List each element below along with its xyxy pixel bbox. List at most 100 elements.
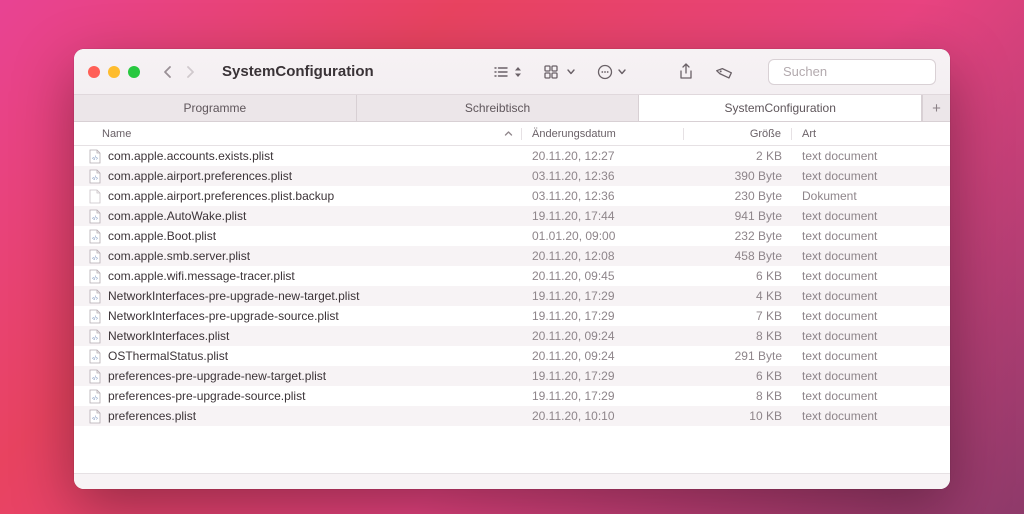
file-row[interactable]: ‹/›com.apple.smb.server.plist20.11.20, 1… <box>74 246 950 266</box>
tab-systemconfiguration[interactable]: SystemConfiguration <box>639 95 922 121</box>
file-kind: text document <box>792 269 950 283</box>
titlebar: SystemConfiguration <box>74 49 950 95</box>
list-icon <box>493 65 511 79</box>
file-row[interactable]: com.apple.airport.preferences.plist.back… <box>74 186 950 206</box>
file-kind: text document <box>792 229 950 243</box>
nav-arrows <box>162 65 196 79</box>
file-row[interactable]: ‹/› NetworkInterfaces-pre-upgrade-new-tar… <box>74 286 950 306</box>
tab-label: Schreibtisch <box>465 101 530 115</box>
column-label: Änderungsdatum <box>532 128 616 140</box>
file-date: 19.11.20, 17:29 <box>522 309 684 323</box>
window-title: SystemConfiguration <box>222 63 374 80</box>
file-date: 03.11.20, 12:36 <box>522 189 684 203</box>
file-date: 19.11.20, 17:29 <box>522 369 684 383</box>
file-row[interactable]: ‹/›NetworkInterfaces-pre-upgrade-source.… <box>74 306 950 326</box>
status-bar <box>74 473 950 489</box>
svg-text:‹/›: ‹/› <box>92 276 98 282</box>
file-row[interactable]: ‹/›preferences.plist20.11.20, 10:1010 KB… <box>74 406 950 426</box>
plist-file-icon: ‹/› <box>88 308 102 324</box>
file-name: OSThermalStatus.plist <box>108 349 228 363</box>
column-name[interactable]: Name <box>74 128 522 140</box>
file-date: 20.11.20, 12:27 <box>522 149 684 163</box>
tags-button[interactable] <box>716 64 734 80</box>
file-date: 20.11.20, 09:45 <box>522 269 684 283</box>
plist-file-icon: ‹/› <box>88 368 102 384</box>
svg-text:‹/›: ‹/› <box>92 236 98 242</box>
zoom-button[interactable] <box>128 66 140 78</box>
share-icon <box>678 63 694 81</box>
tab-programme[interactable]: Programme <box>74 95 357 121</box>
plus-icon: + <box>932 100 941 117</box>
svg-text:‹/›: ‹/› <box>92 176 98 182</box>
file-kind: text document <box>792 209 950 223</box>
group-button[interactable] <box>544 65 575 79</box>
file-size: 8 KB <box>684 389 792 403</box>
file-row[interactable]: ‹/›com.apple.Boot.plist01.01.20, 09:0023… <box>74 226 950 246</box>
file-size: 7 KB <box>684 309 792 323</box>
file-name: com.apple.airport.preferences.plist <box>108 169 292 183</box>
file-name: NetworkInterfaces-pre-upgrade-new-target… <box>108 289 359 303</box>
file-kind: text document <box>792 409 950 423</box>
back-button[interactable] <box>162 65 172 79</box>
view-list-button[interactable] <box>493 65 522 79</box>
file-size: 10 KB <box>684 409 792 423</box>
file-row[interactable]: ‹/›OSThermalStatus.plist20.11.20, 09:242… <box>74 346 950 366</box>
file-size: 390 Byte <box>684 169 792 183</box>
column-label: Name <box>102 128 131 140</box>
file-row[interactable]: ‹/›com.apple.accounts.exists.plist20.11.… <box>74 146 950 166</box>
file-date: 19.11.20, 17:29 <box>522 389 684 403</box>
file-name: com.apple.accounts.exists.plist <box>108 149 273 163</box>
file-name: NetworkInterfaces.plist <box>108 329 229 343</box>
file-size: 458 Byte <box>684 249 792 263</box>
plist-file-icon: ‹/› <box>88 288 102 304</box>
file-list: ‹/› com.apple.accounts.exists.plist 20.11.… <box>74 146 950 473</box>
file-date: 20.11.20, 12:08 <box>522 249 684 263</box>
file-name: com.apple.smb.server.plist <box>108 249 250 263</box>
svg-text:‹/›: ‹/› <box>92 356 98 362</box>
file-row[interactable]: ‹/›preferences-pre-upgrade-source.plist1… <box>74 386 950 406</box>
forward-button[interactable] <box>186 65 196 79</box>
share-button[interactable] <box>678 63 694 81</box>
file-kind: text document <box>792 389 950 403</box>
file-date: 19.11.20, 17:44 <box>522 209 684 223</box>
plist-file-icon: ‹/› <box>88 168 102 184</box>
window-controls <box>88 66 140 78</box>
file-kind: text document <box>792 369 950 383</box>
file-size: 6 KB <box>684 269 792 283</box>
plist-file-icon: ‹/› <box>88 268 102 284</box>
search-field[interactable] <box>768 59 936 85</box>
file-kind: text document <box>792 329 950 343</box>
tab-schreibtisch[interactable]: Schreibtisch <box>357 95 640 121</box>
column-date[interactable]: Änderungsdatum <box>522 128 684 140</box>
file-row[interactable]: ‹/› com.apple.AutoWake.plist 19.11.20, 17:… <box>74 206 950 226</box>
file-size: 232 Byte <box>684 229 792 243</box>
plist-file-icon: ‹/› <box>88 328 102 344</box>
close-button[interactable] <box>88 66 100 78</box>
document-icon <box>88 188 102 204</box>
ellipsis-circle-icon <box>597 64 615 80</box>
plist-file-icon: ‹/› <box>88 348 102 364</box>
file-row[interactable]: ‹/›NetworkInterfaces.plist20.11.20, 09:2… <box>74 326 950 346</box>
tab-label: SystemConfiguration <box>724 101 835 115</box>
finder-window: SystemConfiguration <box>74 49 950 489</box>
tab-label: Programme <box>183 101 246 115</box>
file-name: com.apple.AutoWake.plist <box>108 209 246 223</box>
minimize-button[interactable] <box>108 66 120 78</box>
new-tab-button[interactable]: + <box>922 95 950 121</box>
column-kind[interactable]: Art <box>792 128 950 140</box>
file-name: preferences.plist <box>108 409 196 423</box>
column-size[interactable]: Größe <box>684 128 792 140</box>
file-name: preferences-pre-upgrade-new-target.plist <box>108 369 326 383</box>
search-input[interactable] <box>783 64 950 79</box>
updown-icon <box>514 66 522 78</box>
file-kind: text document <box>792 349 950 363</box>
file-row[interactable]: ‹/› preferences-pre-upgrade-new-target.pl… <box>74 366 950 386</box>
file-kind: text document <box>792 289 950 303</box>
action-button[interactable] <box>597 64 626 80</box>
file-size: 291 Byte <box>684 349 792 363</box>
column-headers: Name Änderungsdatum Größe Art <box>74 122 950 146</box>
tag-icon <box>716 64 734 80</box>
file-row[interactable]: ‹/›com.apple.airport.preferences.plist03… <box>74 166 950 186</box>
file-row[interactable]: ‹/›com.apple.wifi.message-tracer.plist20… <box>74 266 950 286</box>
plist-file-icon: ‹/› <box>88 208 102 224</box>
